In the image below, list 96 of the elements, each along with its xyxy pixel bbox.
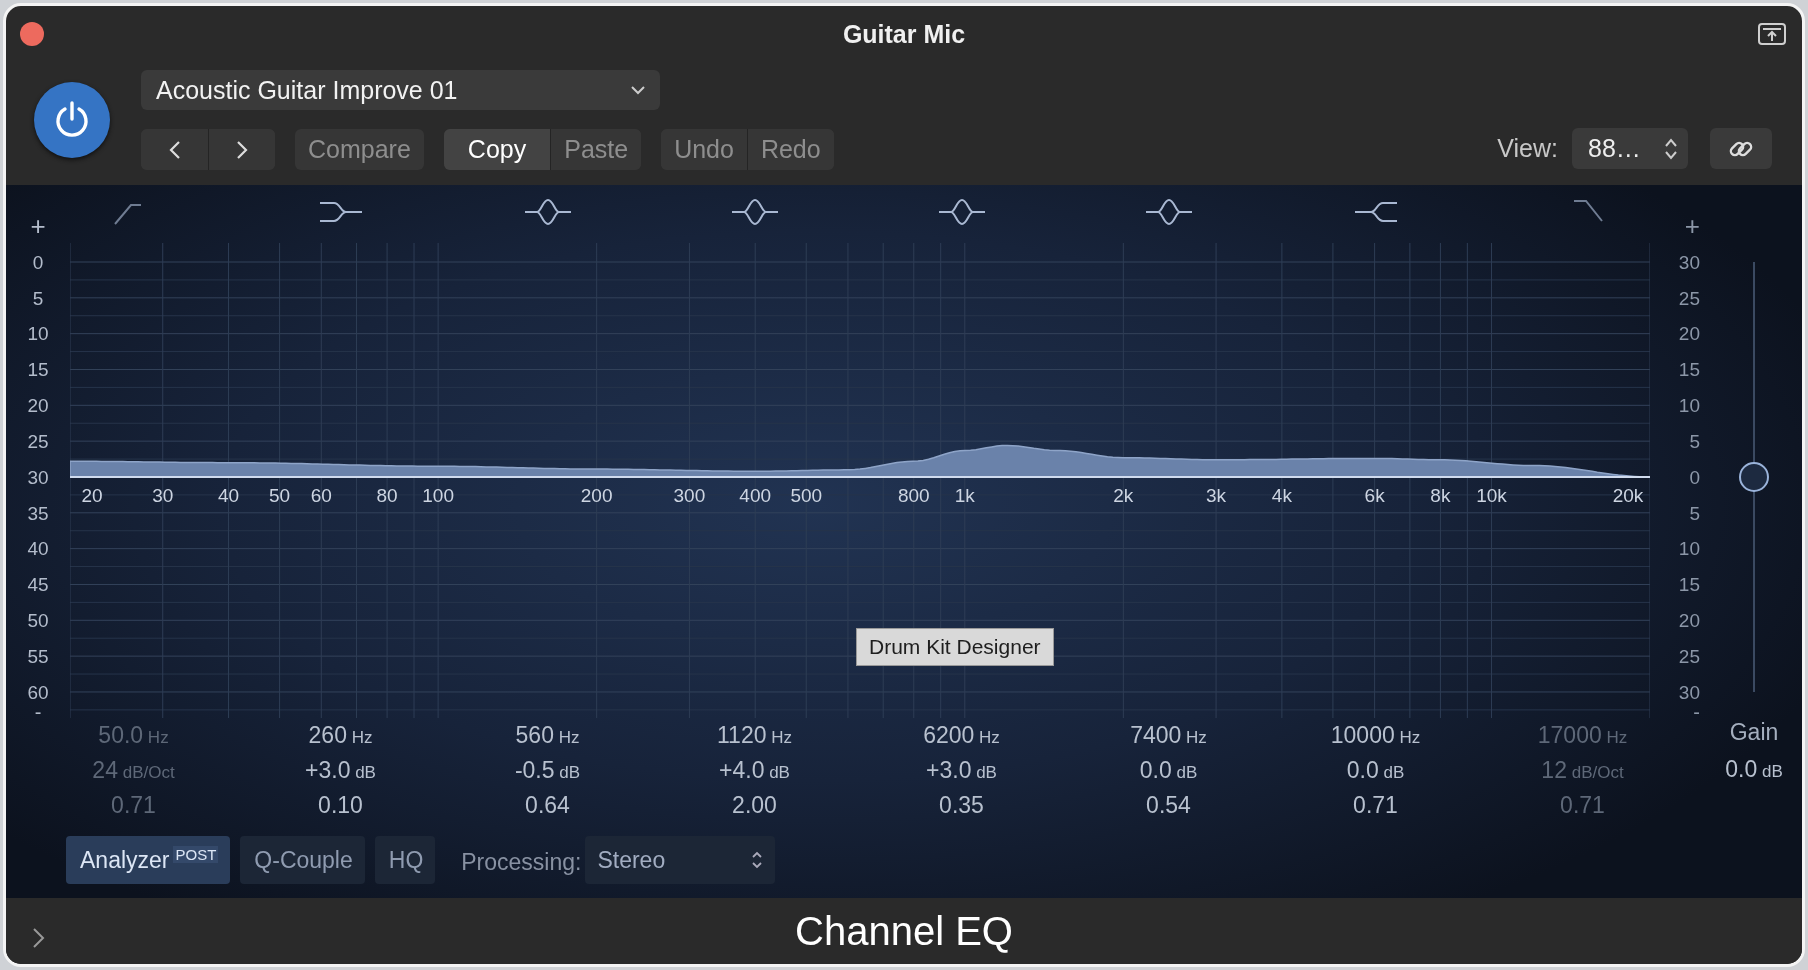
frequency-label: 20k	[1612, 485, 1644, 507]
scale-label: 10	[1678, 537, 1700, 562]
gain-value[interactable]: 0.0 dB	[1725, 752, 1783, 787]
preset-dropdown[interactable]: Acoustic Guitar Improve 01	[141, 70, 660, 110]
frequency-value[interactable]: 560 Hz	[515, 718, 580, 753]
stepper-icon	[1664, 136, 1678, 161]
tooltip: Drum Kit Designer	[856, 628, 1054, 666]
scale-label: 5	[32, 286, 44, 311]
view-selector[interactable]: 88…	[1572, 128, 1688, 169]
frequency-label: 60	[310, 485, 332, 507]
gain-label: Gain	[1729, 718, 1779, 747]
scale-label: 10	[1678, 394, 1700, 419]
frequency-label: 6k	[1364, 485, 1385, 507]
gain-value[interactable]: +4.0 dB	[719, 753, 790, 788]
scale-label: 5	[1689, 501, 1700, 526]
plus-button[interactable]: +	[1684, 209, 1700, 245]
toggle-button[interactable]: Q-Couple	[240, 836, 365, 884]
q-value[interactable]: 0.35	[939, 788, 984, 823]
gain-value[interactable]: +3.0 dB	[305, 753, 376, 788]
scale-label: 45	[27, 573, 49, 598]
scale-label: 40	[27, 537, 49, 562]
window-title: Guitar Mic	[842, 19, 966, 49]
view-label: View:	[1497, 134, 1558, 163]
gain-value[interactable]: 0.0 dB	[1139, 753, 1198, 788]
float-window-icon[interactable]	[1758, 23, 1786, 45]
frequency-label: 300	[673, 485, 706, 507]
frequency-label: 200	[580, 485, 613, 507]
q-value[interactable]: 0.64	[525, 788, 570, 823]
scale-label: 0	[1689, 465, 1700, 490]
frequency-label: 2k	[1113, 485, 1134, 507]
chevron-left-icon	[167, 139, 182, 160]
gain-value[interactable]: 0.0 dB	[1346, 753, 1405, 788]
toolbar-button[interactable]: Copy	[443, 129, 551, 170]
gain-slider[interactable]	[1738, 262, 1770, 692]
chevron-right-icon	[235, 139, 249, 160]
scale-label: 5	[1689, 429, 1700, 454]
frequency-value[interactable]: 1120 Hz	[717, 718, 792, 753]
scale-label: 20	[1678, 322, 1700, 347]
frequency-label: 80	[376, 485, 398, 507]
plus-button[interactable]: +	[30, 209, 46, 245]
frequency-label: 400	[739, 485, 772, 507]
frequency-label: 50	[269, 485, 291, 507]
chevron-down-icon	[630, 85, 646, 95]
scale-label: 35	[27, 501, 49, 526]
q-value[interactable]: 0.54	[1146, 788, 1191, 823]
processing-selector[interactable]: Stereo	[585, 836, 776, 884]
bell-filter-icon[interactable]	[522, 197, 573, 227]
scale-label: 30	[1678, 680, 1700, 705]
scale-label: 30	[27, 465, 49, 490]
frequency-label: 3k	[1206, 485, 1227, 507]
scale-label: 15	[1678, 573, 1700, 598]
frequency-label: 4k	[1271, 485, 1292, 507]
frequency-label: 100	[422, 485, 454, 507]
scale-label: 0	[32, 250, 44, 275]
chevron-right-icon[interactable]	[32, 927, 46, 949]
q-value[interactable]: 0.71	[1353, 788, 1398, 823]
gain-value[interactable]: +3.0 dB	[926, 753, 997, 788]
close-button[interactable]	[20, 22, 44, 46]
frequency-label: 40	[217, 485, 240, 507]
frequency-label: 20	[81, 485, 103, 507]
frequency-value[interactable]: 260 Hz	[308, 718, 373, 753]
frequency-label: 500	[790, 485, 823, 507]
scale-label: 25	[1678, 644, 1700, 669]
processing-label: Processing:	[461, 848, 582, 877]
gain-value[interactable]: -0.5 dB	[514, 753, 581, 788]
scale-label: 20	[1678, 609, 1700, 634]
bell-filter-icon[interactable]	[1143, 197, 1194, 227]
scale-label: 20	[27, 394, 49, 419]
frequency-label: 1k	[954, 485, 975, 507]
frequency-value[interactable]: 7400 Hz	[1130, 718, 1207, 753]
frequency-value[interactable]: 6200 Hz	[923, 718, 1000, 753]
frequency-label: 30	[152, 485, 174, 507]
scale-label: 50	[27, 609, 49, 634]
scale-label: 15	[27, 358, 49, 383]
q-value[interactable]: 0.10	[318, 788, 363, 823]
q-value[interactable]: 2.00	[732, 788, 777, 823]
bell-filter-icon[interactable]	[729, 197, 780, 227]
scale-label: 25	[27, 429, 49, 454]
scale-label: 25	[1678, 286, 1700, 311]
scale-label: 10	[27, 322, 49, 347]
link-button[interactable]	[1710, 128, 1772, 169]
stepper-icon	[751, 850, 764, 870]
scale-label: 30	[1678, 250, 1700, 275]
scale-label: 55	[27, 644, 49, 669]
frequency-label: 10k	[1476, 485, 1507, 507]
scale-label: 60	[27, 680, 49, 705]
scale-label: 15	[1678, 358, 1700, 383]
frequency-label: 800	[897, 485, 930, 507]
power-button[interactable]	[34, 82, 110, 158]
slider-thumb[interactable]	[1739, 462, 1769, 492]
toggle-button[interactable]: HQ	[374, 836, 436, 884]
frequency-label: 8k	[1430, 485, 1451, 507]
toggle-button[interactable]: Analyzer $^{POST}$	[66, 836, 231, 884]
frequency-value[interactable]: 10000 Hz	[1330, 718, 1421, 753]
bell-filter-icon[interactable]	[936, 197, 987, 227]
plugin-name: Channel EQ	[795, 908, 1013, 954]
